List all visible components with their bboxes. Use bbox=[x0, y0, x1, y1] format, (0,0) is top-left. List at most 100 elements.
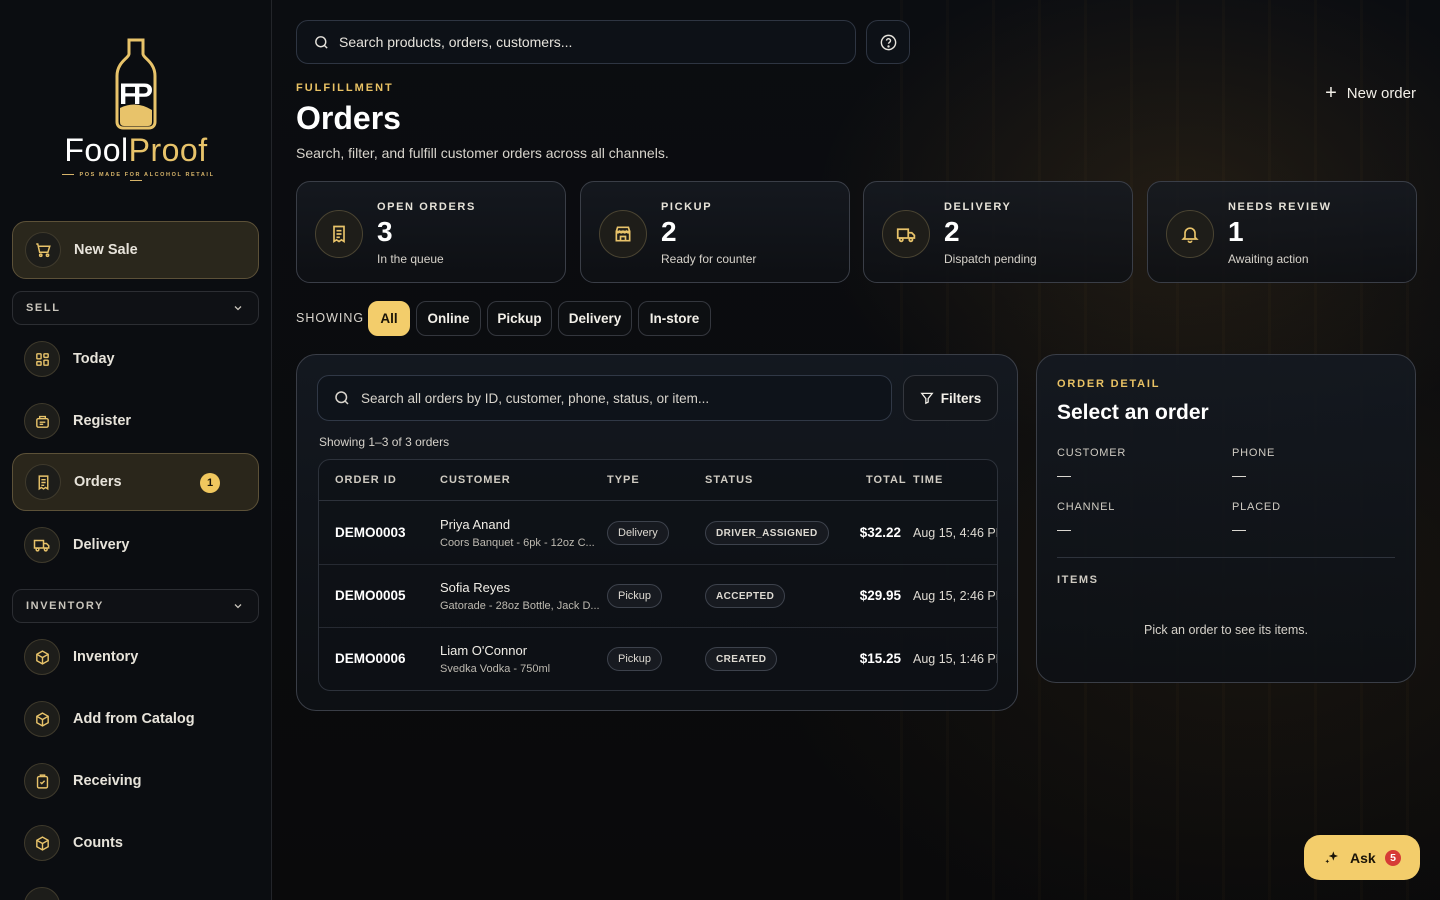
detail-divider bbox=[1057, 557, 1395, 558]
column-header-total[interactable]: TOTAL bbox=[866, 474, 907, 486]
bottle-logo-icon: F P bbox=[115, 38, 157, 130]
column-header-status[interactable]: STATUS bbox=[705, 474, 753, 486]
stat-label: PICKUP bbox=[661, 201, 713, 213]
section-inventory-label: INVENTORY bbox=[26, 600, 104, 612]
detail-field-label: CHANNEL bbox=[1057, 501, 1116, 513]
register-icon bbox=[24, 403, 60, 439]
stat-card-delivery[interactable]: DELIVERY 2 Dispatch pending bbox=[863, 181, 1133, 283]
filter-chip-in-store[interactable]: In-store bbox=[638, 301, 711, 336]
order-time: Aug 15, 1:46 PM bbox=[913, 652, 998, 666]
detail-items-label: ITEMS bbox=[1057, 574, 1099, 586]
sidebar-item-label: Register bbox=[73, 413, 132, 429]
chevron-down-icon bbox=[234, 306, 242, 311]
section-sell-label: SELL bbox=[26, 302, 61, 314]
new-sale-button[interactable]: New Sale bbox=[12, 221, 259, 279]
detail-field-value: — bbox=[1057, 521, 1071, 537]
section-sell-toggle[interactable]: SELL bbox=[12, 291, 259, 325]
stat-label: OPEN ORDERS bbox=[377, 201, 476, 213]
page-subtitle: Search, filter, and fulfill customer ord… bbox=[296, 145, 669, 161]
stat-value: 1 bbox=[1228, 216, 1244, 247]
stat-note: Dispatch pending bbox=[944, 252, 1037, 266]
sidebar-item-label: Receiving bbox=[73, 773, 142, 789]
chevron-down-icon bbox=[234, 604, 242, 609]
customer-name: Sofia Reyes bbox=[440, 580, 511, 595]
page-eyebrow: FULFILLMENT bbox=[296, 82, 394, 94]
page-title: Orders bbox=[296, 100, 401, 136]
column-header-time[interactable]: TIME bbox=[913, 474, 943, 486]
table-row[interactable]: DEMO0005 Sofia Reyes Gatorade - 28oz Bot… bbox=[319, 565, 997, 628]
sidebar-item-orders[interactable]: Orders 1 bbox=[12, 453, 259, 511]
status-badge: CREATED bbox=[705, 647, 778, 671]
store-icon bbox=[599, 210, 647, 258]
filters-button[interactable]: Filters bbox=[903, 375, 998, 421]
type-pill: Delivery bbox=[607, 521, 669, 545]
grid-icon bbox=[24, 341, 60, 377]
sidebar-item-label: Inventory bbox=[73, 649, 139, 665]
sidebar-item-counts[interactable]: Counts bbox=[12, 814, 259, 872]
global-search-input[interactable]: Search products, orders, customers... bbox=[296, 20, 856, 64]
brand-logo[interactable]: F P FoolProof POS MADE FOR ALCOHOL RETAI… bbox=[50, 38, 222, 184]
column-header-order-id[interactable]: ORDER ID bbox=[335, 474, 397, 486]
order-total: $29.95 bbox=[859, 588, 901, 603]
order-items: Gatorade - 28oz Bottle, Jack D... bbox=[440, 600, 600, 612]
customer-name: Liam O'Connor bbox=[440, 643, 528, 658]
filter-chip-online[interactable]: Online bbox=[416, 301, 481, 336]
order-items: Svedka Vodka - 750ml bbox=[440, 663, 551, 675]
detail-items-empty: Pick an order to see its items. bbox=[1144, 623, 1308, 637]
stat-card-open-orders[interactable]: OPEN ORDERS 3 In the queue bbox=[296, 181, 566, 283]
order-items: Coors Banquet - 6pk - 12oz C... bbox=[440, 537, 595, 549]
stat-value: 2 bbox=[944, 216, 960, 247]
orders-search-input[interactable]: Search all orders by ID, customer, phone… bbox=[317, 375, 892, 421]
table-row[interactable]: DEMO0003 Priya Anand Coors Banquet - 6pk… bbox=[319, 502, 997, 565]
sidebar-item-today[interactable]: Today bbox=[12, 330, 259, 388]
sidebar-item-label: Counts bbox=[73, 835, 123, 851]
brand-tagline: POS MADE FOR ALCOHOL RETAIL bbox=[50, 172, 222, 184]
sidebar-item-next[interactable] bbox=[12, 876, 259, 900]
filter-chip-all[interactable]: All bbox=[368, 301, 410, 336]
stat-card-needs-review[interactable]: NEEDS REVIEW 1 Awaiting action bbox=[1147, 181, 1417, 283]
sidebar-item-delivery[interactable]: Delivery bbox=[12, 516, 259, 574]
truck-icon bbox=[882, 210, 930, 258]
detail-field-label: CUSTOMER bbox=[1057, 447, 1127, 459]
filter-chip-delivery[interactable]: Delivery bbox=[558, 301, 632, 336]
sidebar-item-inventory[interactable]: Inventory bbox=[12, 628, 259, 686]
sidebar-item-add-from-catalog[interactable]: Add from Catalog bbox=[12, 690, 259, 748]
new-order-label: New order bbox=[1346, 84, 1416, 102]
stat-note: Awaiting action bbox=[1228, 252, 1309, 266]
box-icon bbox=[24, 825, 60, 861]
sidebar-item-receiving[interactable]: Receiving bbox=[12, 752, 259, 810]
status-badge: ACCEPTED bbox=[705, 584, 786, 608]
sidebar: F P FoolProof POS MADE FOR ALCOHOL RETAI… bbox=[0, 0, 272, 900]
filter-chip-pickup[interactable]: Pickup bbox=[487, 301, 552, 336]
help-icon bbox=[880, 34, 896, 50]
box-icon bbox=[24, 701, 60, 737]
stat-value: 3 bbox=[377, 216, 393, 247]
order-total: $32.22 bbox=[859, 525, 901, 540]
help-button[interactable] bbox=[866, 20, 910, 64]
orders-table: ORDER ID CUSTOMER TYPE STATUS TOTAL TIME… bbox=[318, 459, 998, 691]
truck-icon bbox=[24, 527, 60, 563]
order-detail-panel: ORDER DETAIL Select an order CUSTOMER — … bbox=[1036, 354, 1416, 683]
sidebar-item-label: Today bbox=[73, 351, 115, 367]
ask-assistant-button[interactable]: Ask 5 bbox=[1304, 835, 1420, 880]
filter-label: SHOWING bbox=[296, 311, 365, 325]
order-id: DEMO0005 bbox=[335, 588, 406, 603]
filter-funnel-icon bbox=[920, 392, 934, 405]
column-header-customer[interactable]: CUSTOMER bbox=[440, 474, 511, 486]
stat-card-pickup[interactable]: PICKUP 2 Ready for counter bbox=[580, 181, 850, 283]
status-badge: DRIVER_ASSIGNED bbox=[705, 521, 829, 545]
receipt-icon bbox=[315, 210, 363, 258]
new-order-button[interactable]: + New order bbox=[1325, 82, 1416, 104]
stat-note: Ready for counter bbox=[661, 252, 757, 266]
box-icon bbox=[24, 887, 60, 900]
order-id: DEMO0006 bbox=[335, 651, 406, 666]
cart-icon bbox=[25, 232, 61, 268]
column-header-type[interactable]: TYPE bbox=[607, 474, 640, 486]
table-row[interactable]: DEMO0006 Liam O'Connor Svedka Vodka - 75… bbox=[319, 628, 998, 690]
orders-panel: Search all orders by ID, customer, phone… bbox=[296, 354, 1018, 711]
global-search-placeholder: Search products, orders, customers... bbox=[339, 34, 573, 50]
section-inventory-toggle[interactable]: INVENTORY bbox=[12, 589, 259, 623]
ask-label: Ask bbox=[1350, 849, 1376, 866]
sidebar-item-register[interactable]: Register bbox=[12, 392, 259, 450]
new-sale-label: New Sale bbox=[74, 242, 138, 258]
